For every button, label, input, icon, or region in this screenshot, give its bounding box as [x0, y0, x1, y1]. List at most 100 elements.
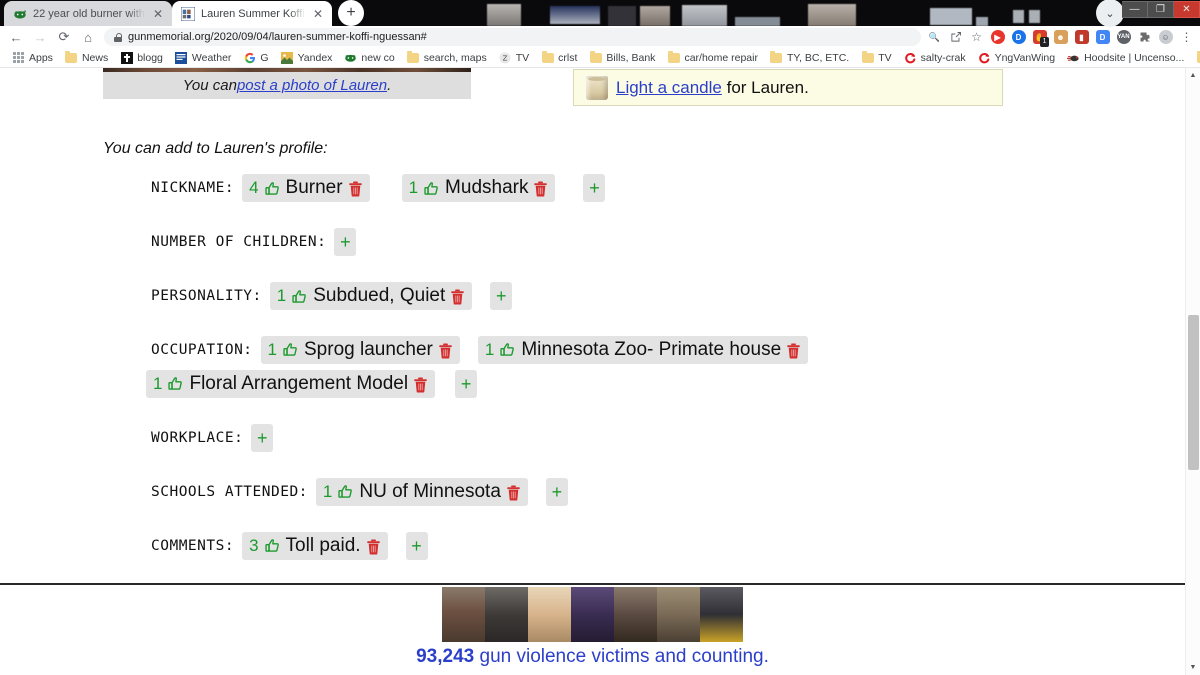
back-button[interactable]: ← [4, 27, 28, 47]
victim-photos[interactable] [442, 587, 743, 642]
delete-icon[interactable] [413, 376, 428, 393]
candle-text: Light a candle for Lauren. [616, 78, 809, 98]
bookmark-google[interactable]: G [237, 51, 274, 64]
tag-nickname-1[interactable]: 1 Mudshark [401, 174, 556, 202]
thumbs-up-icon[interactable] [337, 483, 354, 500]
close-icon[interactable]: ✕ [151, 7, 165, 21]
delete-icon[interactable] [450, 288, 465, 305]
bookmark-label: TV [878, 51, 892, 64]
reddit-alien-icon [13, 7, 27, 21]
forward-button[interactable]: → [28, 27, 52, 47]
bookmark-bills-bank[interactable]: Bills, Bank [583, 50, 661, 64]
vote-count: 4 [249, 178, 259, 198]
docs-extension-icon[interactable]: D [1093, 28, 1112, 47]
tag-occupation-2[interactable]: 1 Floral Arrangement Model [146, 369, 436, 398]
add-occupation-button[interactable]: + [455, 369, 478, 398]
add-comments-button[interactable]: + [405, 531, 428, 560]
tab-search-chevron-icon[interactable]: ⌄ [1096, 0, 1124, 27]
google-icon [243, 51, 256, 64]
bookmark-tv-1[interactable]: Z TV [493, 51, 535, 64]
tag-schools-0[interactable]: 1 NU of Minnesota [315, 477, 528, 506]
maximize-button[interactable]: ❐ [1148, 1, 1174, 18]
bookmark-extension-icon[interactable]: ▮ [1072, 28, 1091, 47]
close-icon[interactable]: ✕ [311, 7, 325, 21]
avatar-extension-icon[interactable]: ☻ [1051, 28, 1070, 47]
bookmark-search-maps[interactable]: search, maps [401, 50, 493, 64]
bookmark-yngvanwing[interactable]: YngVanWing [972, 51, 1062, 64]
bookmark-tools-tech[interactable]: tools, tech [1190, 50, 1200, 64]
thumbs-up-icon[interactable] [167, 375, 184, 392]
tab-0[interactable]: 22 year old burner with 3 sproglets ✕ [4, 1, 172, 26]
tag-personality-0[interactable]: 1 Subdued, Quiet [269, 282, 473, 310]
add-workplace-button[interactable]: + [251, 423, 274, 452]
thumbs-up-icon[interactable] [423, 180, 440, 197]
bookmark-crlst[interactable]: crlst [535, 50, 583, 64]
bookmark-hoodsite[interactable]: Hoodsite | Uncenso... [1061, 51, 1190, 64]
bookmark-new-co[interactable]: new co [338, 51, 400, 64]
hoodsite-icon [1067, 51, 1080, 64]
tag-nickname-0[interactable]: 4 Burner [242, 174, 370, 202]
minimize-button[interactable]: — [1122, 1, 1148, 18]
bookmark-weather[interactable]: Weather [169, 51, 238, 64]
close-button[interactable]: ✕ [1174, 1, 1200, 18]
zoom-icon[interactable]: 🔍 [925, 28, 944, 47]
adblock-extension-icon[interactable]: ✋ 1 [1030, 28, 1049, 47]
delete-icon[interactable] [438, 342, 453, 359]
tag-occupation-1[interactable]: 1 Minnesota Zoo- Primate house [477, 336, 809, 364]
new-tab-button[interactable]: + [338, 0, 364, 26]
post-photo-link[interactable]: post a photo of Lauren [237, 77, 387, 94]
delete-icon[interactable] [348, 180, 363, 197]
thumbs-up-icon[interactable] [499, 341, 516, 358]
chrome-menu-icon[interactable]: ⋮ [1177, 28, 1196, 47]
share-icon[interactable] [946, 28, 965, 47]
delete-icon[interactable] [366, 538, 381, 555]
ghost-extension-icon[interactable]: ☺ [1156, 28, 1175, 47]
scroll-up-arrow-icon[interactable]: ▲ [1186, 68, 1200, 83]
address-bar[interactable]: gunmemorial.org/2020/09/04/lauren-summer… [104, 28, 921, 46]
browser-toolbar: ← → ⟳ ⌂ gunmemorial.org/2020/09/04/laure… [0, 26, 1200, 48]
thumbs-up-icon[interactable] [291, 288, 308, 305]
bookmark-ty-bc-etc[interactable]: TY, BC, ETC. [764, 50, 855, 64]
add-nickname-button[interactable]: + [583, 174, 606, 202]
red-c-icon [978, 51, 991, 64]
bookmark-blogg[interactable]: blogg [114, 51, 169, 64]
bookmark-salty-crak[interactable]: salty-crak [898, 51, 972, 64]
tag-comments-0[interactable]: 3 Toll paid. [242, 531, 388, 560]
bookmarks-bar: Apps News blogg Weather G Yandex new co … [0, 48, 1200, 68]
window-controls: — ❐ ✕ [1122, 1, 1200, 18]
bookmark-apps[interactable]: Apps [6, 51, 59, 64]
puzzle-extension-icon[interactable] [1135, 28, 1154, 47]
home-button[interactable]: ⌂ [76, 27, 100, 47]
thumbs-up-icon[interactable] [264, 537, 281, 554]
bookmark-label: TY, BC, ETC. [786, 51, 850, 64]
bookmark-tv-2[interactable]: TV [855, 50, 897, 64]
delete-icon[interactable] [533, 180, 548, 197]
bookmark-label: News [81, 51, 109, 64]
yandex-extension-icon[interactable]: YAN [1114, 28, 1133, 47]
page-scrollbar[interactable]: ▲ ▼ [1185, 68, 1200, 675]
tab-1[interactable]: Lauren Summer Koffi-n'guessan... ✕ [172, 1, 332, 26]
field-row-comments: COMMENTS: 3 Toll paid. + [151, 531, 1175, 560]
thumbs-up-icon[interactable] [282, 341, 299, 358]
thumbs-up-icon[interactable] [264, 180, 281, 197]
bookmark-label: Yandex [297, 51, 333, 64]
reload-button[interactable]: ⟳ [52, 27, 76, 47]
delete-icon[interactable] [786, 342, 801, 359]
add-number-of-children-button[interactable]: + [334, 228, 357, 256]
tag-occupation-0[interactable]: 1 Sprog launcher [260, 336, 460, 364]
bookmark-car-home-repair[interactable]: car/home repair [661, 50, 764, 64]
scrollbar-thumb[interactable] [1188, 315, 1199, 470]
star-icon[interactable]: ☆ [967, 28, 986, 47]
folder-icon [861, 50, 874, 64]
add-personality-button[interactable]: + [490, 282, 513, 310]
video-downloader-extension-icon[interactable]: ▶ [988, 28, 1007, 47]
scroll-down-arrow-icon[interactable]: ▼ [1186, 660, 1200, 675]
bookmark-news[interactable]: News [59, 50, 114, 64]
add-schools-button[interactable]: + [545, 477, 568, 506]
disconnect-extension-icon[interactable]: D [1009, 28, 1028, 47]
bookmark-yandex[interactable]: Yandex [275, 51, 339, 64]
light-a-candle-link[interactable]: Light a candle [616, 78, 722, 97]
bookmark-label: car/home repair [684, 51, 758, 64]
delete-icon[interactable] [506, 484, 521, 501]
bookmark-label: TV [515, 51, 530, 64]
